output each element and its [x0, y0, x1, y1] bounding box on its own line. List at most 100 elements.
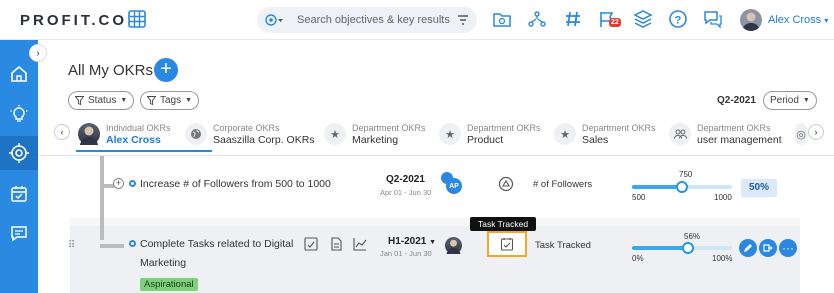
- target-icon[interactable]: [265, 14, 283, 26]
- owner-avatar[interactable]: [445, 237, 462, 254]
- message-icon[interactable]: [7, 222, 31, 246]
- chevron-down-icon: ▾: [824, 16, 829, 25]
- key-result-title[interactable]: Complete Tasks related to Digital: [140, 238, 293, 250]
- add-okr-button[interactable]: +: [154, 58, 178, 82]
- search-bar[interactable]: Search objectives & key results: [257, 7, 477, 33]
- key-result-title[interactable]: Increase # of Followers from 500 to 1000: [140, 178, 331, 190]
- grid-icon[interactable]: [128, 10, 146, 28]
- star-icon: ★: [439, 123, 461, 145]
- target-icon[interactable]: [0, 136, 38, 170]
- task-list-icon[interactable]: [304, 237, 318, 251]
- metric-name: # of Followers: [533, 179, 593, 190]
- chevron-right-icon: ›: [814, 127, 818, 137]
- tab-department-user-management[interactable]: Department OKRs user management: [669, 118, 782, 150]
- filter-icon[interactable]: [457, 14, 469, 26]
- tab-department-sales[interactable]: ★ Department OKRs Sales: [554, 118, 656, 150]
- drag-handle-icon[interactable]: ⠿: [68, 240, 75, 251]
- period-label[interactable]: H1-2021 ▼: [388, 236, 436, 247]
- hierarchy-icon[interactable]: [527, 9, 547, 29]
- tab-individual-okrs[interactable]: Individual OKRs Alex Cross: [78, 118, 171, 150]
- sidebar: [0, 40, 38, 293]
- check-in-button[interactable]: [759, 239, 777, 257]
- tag-badge[interactable]: Aspirational: [140, 278, 198, 291]
- lightbulb-icon[interactable]: [7, 102, 31, 126]
- period-dropdown[interactable]: Period ▼: [763, 91, 817, 110]
- current-value: 56%: [684, 232, 701, 241]
- tabs-prev-button[interactable]: ‹: [54, 124, 70, 140]
- active-tab-indicator: [76, 150, 212, 152]
- notification-badge: 22: [609, 18, 621, 27]
- tab-sub-label: Department OKRs: [352, 123, 426, 133]
- tab-corporate-okrs[interactable]: Corporate OKRs Saaszilla Corp. OKRs: [185, 118, 315, 150]
- layers-icon[interactable]: [633, 9, 653, 29]
- tree-line: [100, 244, 124, 248]
- tab-sub-label: Department OKRs: [582, 123, 656, 133]
- edit-button[interactable]: [739, 239, 757, 257]
- slider-handle[interactable]: [682, 242, 694, 254]
- metric-name: Task Tracked: [535, 240, 591, 251]
- target-icon: ◎: [794, 123, 808, 145]
- svg-text:?: ?: [675, 15, 682, 27]
- tags-filter[interactable]: Tags ▼: [140, 91, 200, 110]
- okr-tabs: ‹ Individual OKRs Alex Cross Corporate OK…: [38, 114, 834, 156]
- tab-label: user management: [697, 134, 782, 146]
- tooltip: Task Tracked: [470, 217, 537, 235]
- plus-icon: +: [160, 58, 172, 80]
- tab-sub-label: Department OKRs: [467, 123, 541, 133]
- home-icon[interactable]: [7, 62, 31, 86]
- tab-department-product[interactable]: ★ Department OKRs Product: [439, 118, 541, 150]
- search-input[interactable]: Search objectives & key results: [297, 14, 457, 26]
- sidebar-toggle[interactable]: ›: [29, 44, 47, 62]
- period-dates: Apr 01 - Jun 30: [380, 188, 432, 197]
- tabs-next-button[interactable]: ›: [808, 124, 824, 140]
- more-options-button[interactable]: ···: [779, 239, 797, 257]
- page-title: All My OKRs: [68, 62, 154, 79]
- chart-icon[interactable]: [353, 237, 367, 251]
- tree-line: [100, 184, 114, 188]
- tab-label: Sales: [582, 134, 609, 146]
- avatar: [78, 123, 100, 145]
- star-icon: ★: [324, 123, 346, 145]
- star-icon: ★: [554, 123, 576, 145]
- avatar[interactable]: [740, 9, 762, 31]
- selected-period: Q2-2021: [717, 95, 756, 106]
- tab-label: Marketing: [352, 134, 399, 146]
- expand-button[interactable]: +: [113, 178, 124, 189]
- slider-max: 100%: [712, 254, 733, 263]
- period-dates: Jan 01 - Jun 30: [380, 249, 432, 258]
- tags-filter-label: Tags: [160, 95, 182, 106]
- calendar-check-icon[interactable]: [7, 182, 31, 206]
- folder-search-icon[interactable]: [492, 9, 512, 29]
- tab-label: Alex Cross: [106, 134, 161, 146]
- tab-sub-label: Individual OKRs: [106, 123, 171, 133]
- pencil-icon: [744, 244, 752, 252]
- tree-line: [100, 156, 104, 240]
- logo[interactable]: PROFIT.CO: [20, 12, 127, 29]
- user-menu[interactable]: Alex Cross ▾: [768, 14, 828, 26]
- slider-handle[interactable]: [676, 181, 688, 193]
- progress-percent: 50%: [741, 179, 777, 197]
- caret-down-icon: ▼: [429, 239, 437, 246]
- document-icon[interactable]: [329, 237, 343, 251]
- share-icon: [763, 244, 773, 252]
- period-dropdown-label: Period: [770, 95, 799, 106]
- chat-icon[interactable]: [703, 9, 723, 29]
- task-tracked-icon: [500, 238, 514, 251]
- tab-department-marketing[interactable]: ★ Department OKRs Marketing: [324, 118, 426, 150]
- period-label[interactable]: Q2-2021: [386, 174, 425, 185]
- hashtag-icon[interactable]: [563, 9, 583, 29]
- status-dot: [129, 240, 136, 247]
- status-filter-label: Status: [88, 95, 117, 106]
- key-result-title-line2[interactable]: Marketing: [140, 257, 186, 269]
- tab-label: Product: [467, 134, 504, 146]
- status-filter[interactable]: Status ▼: [68, 91, 135, 110]
- current-value: 750: [679, 170, 693, 179]
- filter-icon: [147, 96, 156, 105]
- owner-avatar[interactable]: AP: [446, 178, 462, 194]
- globe-icon: [185, 123, 207, 145]
- task-tracked-button[interactable]: [487, 231, 527, 257]
- period-value: H1-2021: [388, 236, 427, 247]
- progress-fill: [632, 246, 688, 250]
- help-icon[interactable]: ?: [668, 9, 688, 29]
- tab-sub-label: Corporate OKRs: [213, 123, 280, 133]
